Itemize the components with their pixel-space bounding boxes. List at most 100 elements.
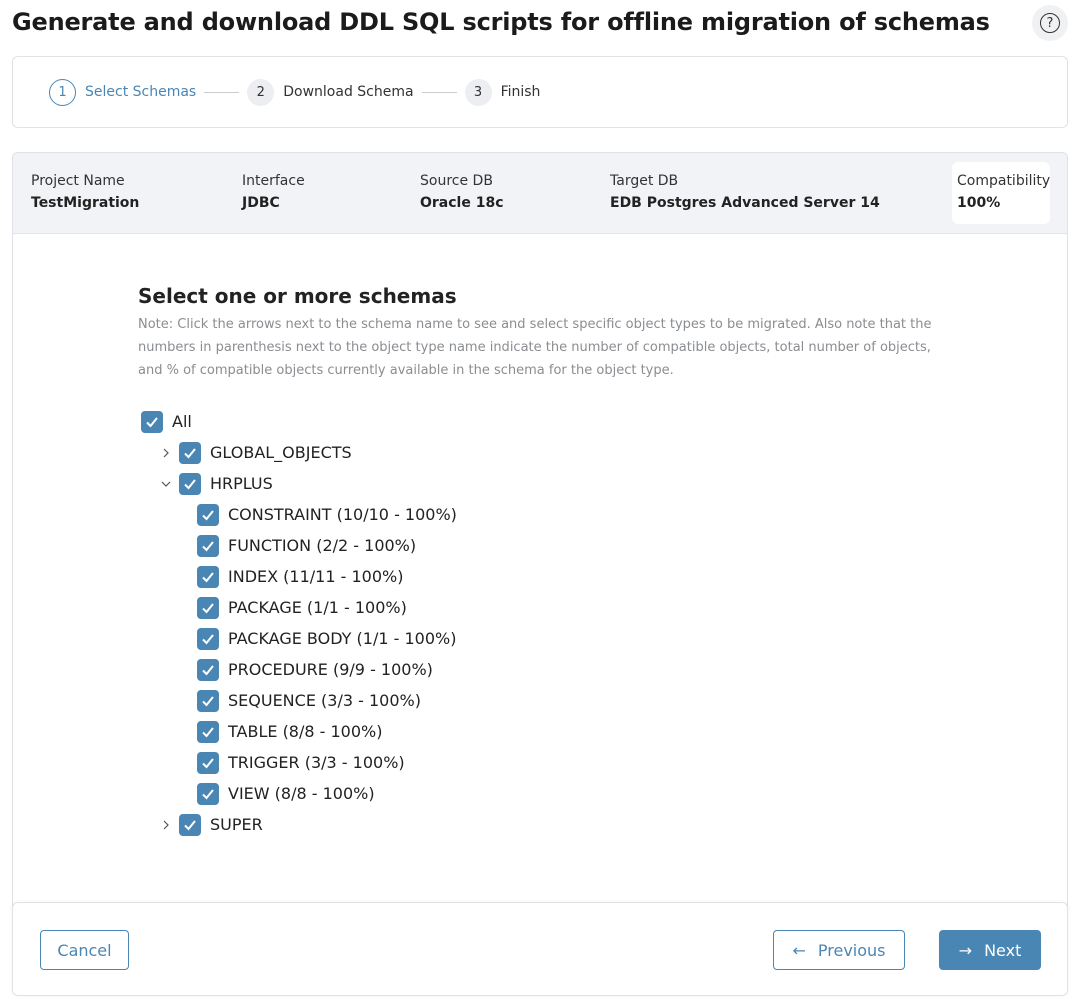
checkbox-object-type[interactable] [197,689,219,712]
tree-item-object-type: PACKAGE BODY (1/1 - 100%) [197,623,456,654]
tree-label: VIEW (8/8 - 100%) [228,784,375,803]
summary-target-db: Target DB EDB Postgres Advanced Server 1… [610,171,880,215]
checkmark-icon [184,819,196,830]
previous-button[interactable]: ← Previous [773,930,905,970]
step-number: 1 [49,78,76,106]
summary-interface: Interface JDBC [242,171,305,215]
checkmark-icon [202,788,214,799]
tree-label: TRIGGER (3/3 - 100%) [228,753,405,772]
next-label: Next [984,940,1022,960]
checkmark-icon [202,602,214,613]
wizard-footer: Cancel ← Previous → Next [12,902,1068,996]
checkbox-object-type[interactable] [197,565,219,588]
tree-label: SUPER [210,815,263,834]
arrow-right-icon: → [958,940,973,960]
checkbox-object-type[interactable] [197,503,219,526]
tree-item-schema: SUPER [160,809,263,840]
checkmark-icon [202,633,214,644]
step-connector [421,91,457,93]
summary-value: 100% [957,195,1001,211]
tree-item-schema: HRPLUS [160,468,273,499]
schema-selection-intro: Select one or more schemas Note: Click t… [138,283,948,382]
step-number: 3 [464,78,492,106]
tree-label: GLOBAL_OBJECTS [210,443,352,462]
checkbox-object-type[interactable] [197,627,219,650]
tree-item-object-type: TRIGGER (3/3 - 100%) [197,747,405,778]
summary-label: Interface [242,173,305,189]
tree-item-object-type: PROCEDURE (9/9 - 100%) [197,654,433,685]
chevron-down-icon[interactable] [160,478,172,490]
tree-label: All [172,412,192,431]
checkmark-icon [202,509,214,520]
tree-item-object-type: SEQUENCE (3/3 - 100%) [197,685,421,716]
cancel-button[interactable]: Cancel [40,930,129,970]
section-title: Select one or more schemas [138,284,457,308]
tree-label: INDEX (11/11 - 100%) [228,567,404,586]
tree-label: PACKAGE BODY (1/1 - 100%) [228,629,457,648]
schema-selection-card: Project Name TestMigration Interface JDB… [12,152,1068,912]
summary-value: EDB Postgres Advanced Server 14 [610,195,880,211]
tree-label: HRPLUS [210,474,273,493]
step-connector [204,91,240,93]
checkmark-icon [146,416,158,427]
summary-label: Project Name [31,173,125,189]
question-circle-icon: ? [1040,13,1060,33]
checkbox-object-type[interactable] [197,658,219,681]
tree-label: FUNCTION (2/2 - 100%) [228,536,417,555]
checkbox-schema[interactable] [179,813,201,836]
tree-item-all: All [141,406,192,437]
checkbox-all[interactable] [141,410,163,433]
checkbox-object-type[interactable] [197,720,219,743]
checkmark-icon [184,447,196,458]
step-number: 2 [247,78,275,106]
previous-label: Previous [817,940,886,960]
tree-item-schema: GLOBAL_OBJECTS [160,437,352,468]
summary-label: Compatibility [957,173,1051,189]
page: Generate and download DDL SQL scripts fo… [0,0,1080,1008]
summary-label: Target DB [610,173,679,189]
step-select-schemas: 1 Select Schemas [49,78,197,106]
checkbox-object-type[interactable] [197,596,219,619]
checkmark-icon [202,757,214,768]
checkmark-icon [202,540,214,551]
tree-item-object-type: INDEX (11/11 - 100%) [197,561,403,592]
summary-value: TestMigration [31,195,140,211]
step-finish: 3 Finish [464,78,541,106]
checkmark-icon [202,726,214,737]
checkbox-schema[interactable] [179,472,201,495]
tree-label: PROCEDURE (9/9 - 100%) [228,660,433,679]
summary-source-db: Source DB Oracle 18c [420,171,504,215]
help-button[interactable]: ? [1032,5,1068,41]
chevron-right-icon[interactable] [160,447,172,459]
tree-label: TABLE (8/8 - 100%) [228,722,383,741]
stepper: 1 Select Schemas 2 Download Schema 3 Fin… [12,56,1068,128]
checkbox-object-type[interactable] [197,782,219,805]
checkmark-icon [202,571,214,582]
project-summary: Project Name TestMigration Interface JDB… [13,153,1067,234]
tree-item-object-type: TABLE (8/8 - 100%) [197,716,382,747]
tree-item-object-type: VIEW (8/8 - 100%) [197,778,375,809]
summary-compatibility: Compatibility 100% [952,162,1050,224]
selection-note: Note: Click the arrows next to the schem… [138,317,932,378]
summary-value: JDBC [242,195,280,211]
step-label: Select Schemas [85,84,197,100]
checkmark-icon [202,695,214,706]
checkbox-schema[interactable] [179,441,201,464]
step-label: Download Schema [283,84,414,100]
tree-item-object-type: CONSTRAINT (10/10 - 100%) [197,499,457,530]
summary-value: Oracle 18c [420,195,504,211]
next-button[interactable]: → Next [939,930,1041,970]
checkmark-icon [184,478,196,489]
checkbox-object-type[interactable] [197,751,219,774]
tree-item-object-type: FUNCTION (2/2 - 100%) [197,530,416,561]
arrow-left-icon: ← [792,940,806,960]
page-title: Generate and download DDL SQL scripts fo… [12,8,990,36]
chevron-right-icon[interactable] [160,819,172,831]
tree-item-object-type: PACKAGE (1/1 - 100%) [197,592,407,623]
checkbox-object-type[interactable] [197,534,219,557]
summary-project-name: Project Name TestMigration [31,171,139,215]
summary-label: Source DB [420,173,493,189]
tree-label: PACKAGE (1/1 - 100%) [228,598,407,617]
tree-label: SEQUENCE (3/3 - 100%) [228,691,421,710]
step-label: Finish [500,84,541,100]
